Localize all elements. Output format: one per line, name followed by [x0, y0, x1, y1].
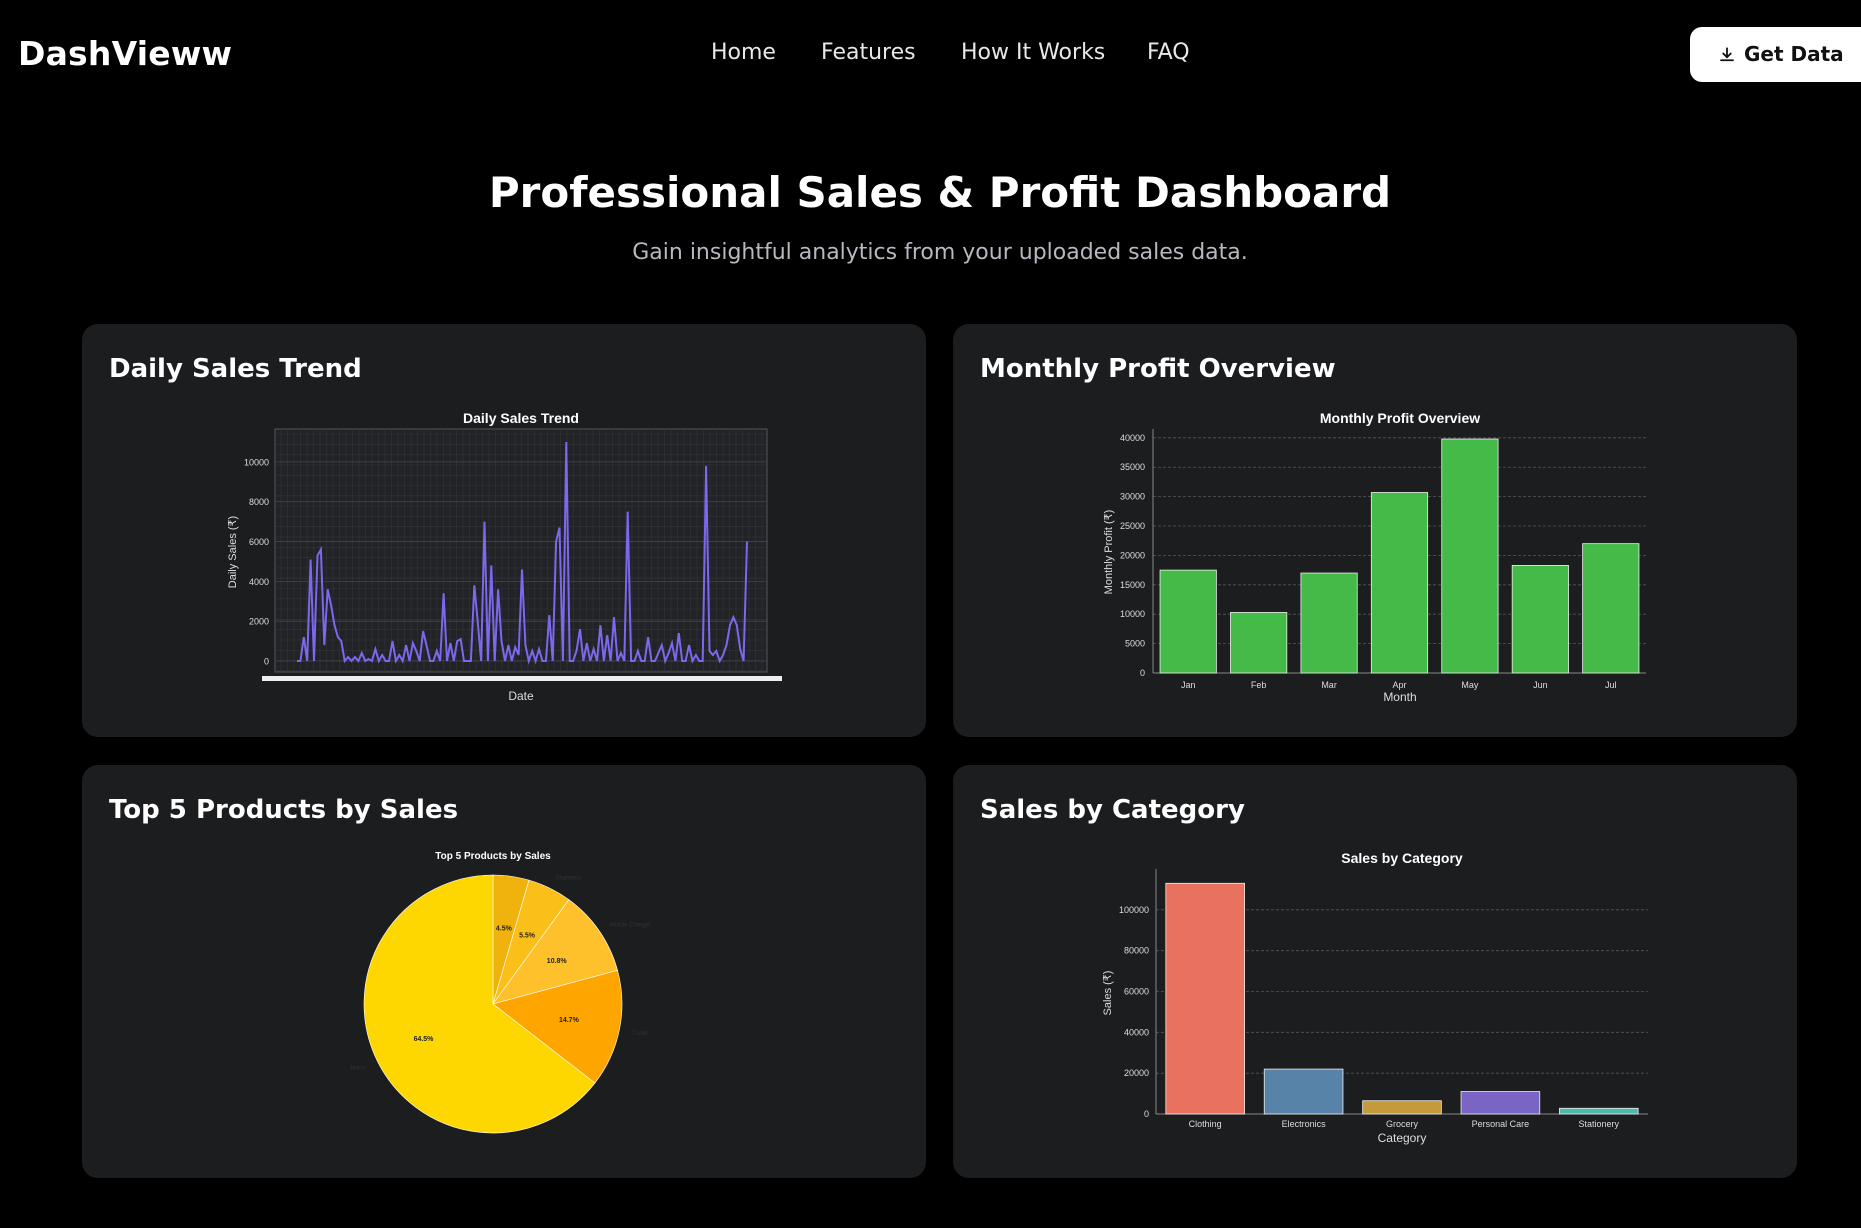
- x-tick-label: Jul: [1605, 680, 1617, 690]
- y-tick-label: 4000: [249, 577, 269, 587]
- x-tick-label: Apr: [1392, 680, 1406, 690]
- brand-logo[interactable]: DashVieww: [18, 34, 232, 73]
- chart-title: Monthly Profit Overview: [1320, 410, 1480, 426]
- chart-title: Sales by Category: [1341, 850, 1463, 866]
- y-tick-label: 0: [264, 657, 269, 667]
- bar-personal-care: [1460, 1091, 1541, 1115]
- y-tick-label: 6000: [249, 537, 269, 547]
- bar-clothing: [1165, 882, 1245, 1115]
- get-data-button[interactable]: Get Data: [1690, 27, 1861, 82]
- bar-jul: [1582, 543, 1640, 674]
- bar-apr: [1370, 492, 1429, 674]
- daily-sales-card: Daily Sales Trend Daily Sales Trend 0 200…: [82, 324, 926, 737]
- x-axis-label: Date: [508, 689, 534, 703]
- bar-stationery: [1559, 1107, 1639, 1115]
- top-products-chart: Top 5 Products by Sales 4.5% 5.5% Shampoo 1…: [350, 851, 651, 1134]
- y-axis-label: Daily Sales (₹): [227, 516, 239, 588]
- monthly-profit-chart: Monthly Profit Overview 0 5000 10000 15000 2…: [1103, 410, 1646, 704]
- y-tick-label: 40000: [1120, 433, 1145, 443]
- pie-pct-label: 64.5%: [414, 1036, 435, 1043]
- y-tick-label: 10000: [1120, 609, 1145, 619]
- y-axis-label: Sales (₹): [1102, 971, 1114, 1016]
- y-tick-label: 35000: [1120, 462, 1145, 472]
- x-tick-label: Clothing: [1189, 1119, 1222, 1129]
- x-tick-label: Feb: [1251, 680, 1267, 690]
- x-tick-label: Grocery: [1386, 1119, 1419, 1129]
- x-tick-label: May: [1461, 680, 1479, 690]
- pie-slice-label: Shampoo: [555, 876, 581, 882]
- y-tick-label: 0: [1140, 668, 1145, 678]
- pie: 4.5% 5.5% Shampoo 10.8% Mobile Charger 14.7% T…: [350, 874, 651, 1134]
- bar-jan: [1159, 569, 1217, 674]
- page-subtitle: Gain insightful analytics from your uplo…: [632, 240, 1248, 265]
- y-tick-label: 10000: [244, 457, 269, 467]
- monthly-profit-card: Monthly Profit Overview Monthly Profit O…: [953, 324, 1797, 737]
- chart-title: Daily Sales Trend: [463, 410, 579, 426]
- y-tick-label: 5000: [1125, 639, 1145, 649]
- bar-may: [1441, 438, 1499, 674]
- x-axis-label: Month: [1383, 690, 1416, 704]
- bar-electronics: [1263, 1068, 1344, 1115]
- bar-jun: [1511, 565, 1569, 674]
- bar-grocery: [1362, 1100, 1442, 1115]
- top-products-card: Top 5 Products by Sales Top 5 Products b…: [82, 765, 926, 1178]
- sales-category-chart: Sales by Category 0 20000 40000 60000 80000 1…: [1102, 850, 1648, 1145]
- get-data-label: Get Data: [1744, 42, 1844, 66]
- nav-how-it-works[interactable]: How It Works: [961, 40, 1105, 65]
- pie-pct-label: 5.5%: [519, 932, 536, 939]
- x-axis-label: Category: [1378, 1131, 1427, 1145]
- y-tick-label: 80000: [1124, 946, 1149, 956]
- pie-slice-label: Jeans: [350, 1065, 366, 1071]
- x-tick-label: Jan: [1181, 680, 1196, 690]
- y-tick-label: 20000: [1124, 1068, 1149, 1078]
- y-tick-label: 2000: [249, 617, 269, 627]
- bars: Jan Feb Mar Apr May Jun Jul: [1159, 438, 1640, 690]
- y-axis-label: Monthly Profit (₹): [1103, 510, 1115, 595]
- daily-sales-chart: Daily Sales Trend 0 2000 4000 6000 8000 10000…: [227, 410, 782, 703]
- pie-pct-label: 10.8%: [547, 958, 568, 965]
- nav-home[interactable]: Home: [711, 40, 776, 65]
- y-tick-label: 15000: [1120, 580, 1145, 590]
- y-tick-label: 8000: [249, 497, 269, 507]
- nav-faq[interactable]: FAQ: [1147, 40, 1190, 65]
- bars: Clothing Electronics Grocery Personal Care S…: [1165, 882, 1639, 1129]
- x-tick-label: Mar: [1321, 680, 1337, 690]
- y-tick-label: 20000: [1120, 550, 1145, 560]
- pie-slice-label: T-shirt: [632, 1031, 649, 1037]
- y-axis: 0 2000 4000 6000 8000 10000: [244, 457, 269, 666]
- y-tick-label: 30000: [1120, 492, 1145, 502]
- x-tick-label: Jun: [1533, 680, 1548, 690]
- plot-area: [274, 428, 768, 673]
- pie-slice-label: Mobile Charger: [610, 923, 651, 929]
- sales-category-card: Sales by Category Sales by Category 0 200…: [953, 765, 1797, 1178]
- x-tick-label: Personal Care: [1472, 1119, 1530, 1129]
- y-tick-label: 0: [1144, 1109, 1149, 1119]
- bar-feb: [1230, 612, 1288, 674]
- y-tick-label: 40000: [1124, 1027, 1149, 1037]
- y-tick-label: 25000: [1120, 521, 1145, 531]
- pie-pct-label: 4.5%: [496, 925, 513, 932]
- y-tick-label: 60000: [1124, 987, 1149, 997]
- x-tick-label: Stationery: [1579, 1119, 1620, 1129]
- chart-title: Top 5 Products by Sales: [435, 851, 551, 862]
- x-tick-labels: [262, 676, 782, 681]
- page-title: Professional Sales & Profit Dashboard: [488, 168, 1392, 217]
- y-tick-label: 100000: [1119, 905, 1149, 915]
- pie-pct-label: 14.7%: [559, 1017, 580, 1024]
- x-tick-label: Electronics: [1282, 1119, 1327, 1129]
- download-icon: [1720, 47, 1734, 62]
- nav-features[interactable]: Features: [821, 40, 916, 65]
- bar-mar: [1300, 572, 1358, 674]
